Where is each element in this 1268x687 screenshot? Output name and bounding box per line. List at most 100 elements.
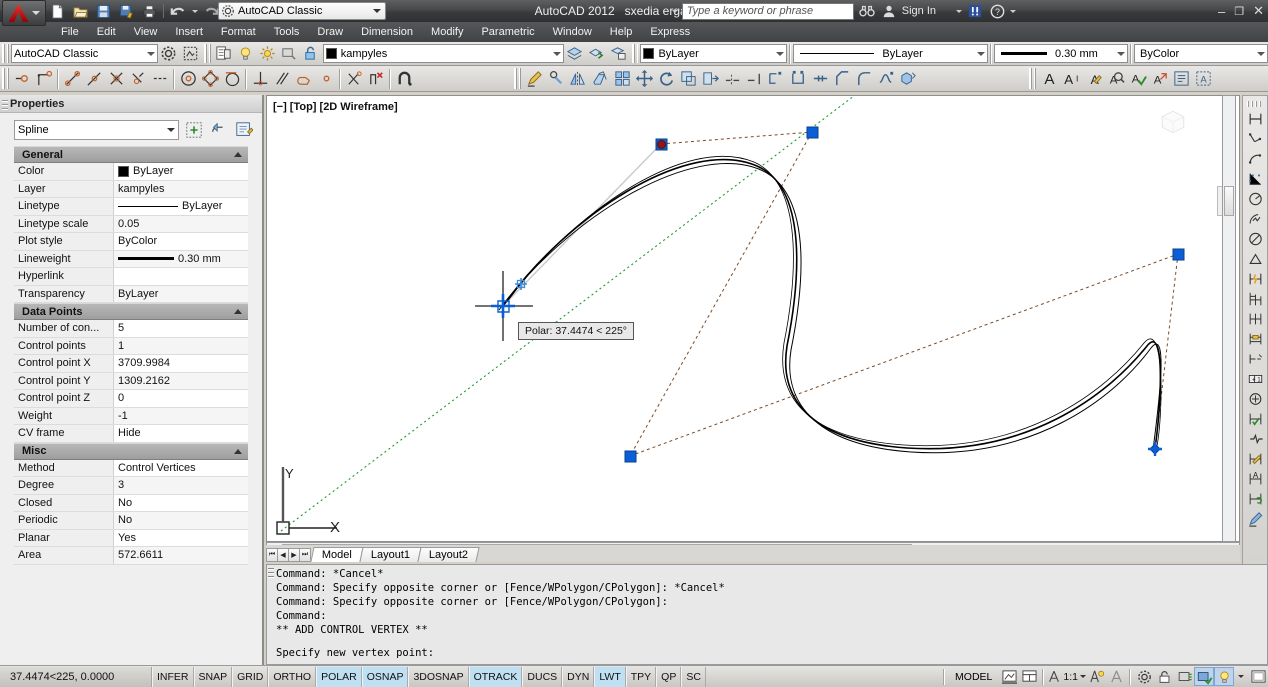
new-file-icon[interactable] (46, 1, 68, 21)
status-toggle-qp[interactable]: QP (656, 666, 682, 687)
toolbar-grip[interactable] (1029, 68, 1036, 89)
property-row[interactable]: Closed No (14, 494, 248, 512)
property-value[interactable]: 0.05 (114, 215, 248, 232)
linear-dimension-icon[interactable] (1244, 109, 1266, 129)
rotate-icon[interactable] (655, 68, 677, 90)
color-combo[interactable]: ByLayer (640, 44, 788, 63)
property-value[interactable]: 1 (114, 337, 248, 354)
jogged-linear-icon[interactable] (1244, 429, 1266, 449)
toolbar-grip[interactable] (514, 68, 521, 89)
quadrant-snap-icon[interactable] (199, 68, 221, 90)
property-row[interactable]: Planar Yes (14, 529, 248, 547)
plotstyle-combo[interactable]: ByColor (1134, 44, 1268, 63)
isolate-objects-icon[interactable] (1194, 667, 1214, 686)
property-value[interactable]: 5 (114, 320, 248, 337)
layer-freeze-sun-icon[interactable] (256, 43, 278, 65)
status-toggle-infer[interactable]: INFER (152, 666, 194, 687)
layout-tab-model[interactable]: Model (310, 547, 364, 562)
sign-in-chevron-icon[interactable] (956, 9, 962, 13)
property-value[interactable]: -1 (114, 407, 248, 424)
layout-nav-button-3[interactable]: ⏭ (299, 547, 311, 562)
autoscale-icon[interactable] (1106, 667, 1126, 686)
status-toggle-polar[interactable]: POLAR (316, 666, 362, 687)
property-value[interactable]: 1309.2162 (114, 372, 248, 389)
chevron-up-icon[interactable] (234, 152, 242, 157)
undo-dropdown-icon[interactable] (190, 1, 200, 21)
toggle-pickadd-icon[interactable] (183, 119, 204, 140)
status-toggle-snap[interactable]: SNAP (193, 666, 233, 687)
layout-tab-layout2[interactable]: Layout2 (417, 547, 480, 562)
break-at-point-icon[interactable] (765, 68, 787, 90)
aligned-dimension-icon[interactable] (1244, 129, 1266, 149)
property-value[interactable]: Control Vertices (114, 459, 248, 476)
draw-pencil-icon[interactable] (523, 68, 545, 90)
properties-section-data-points[interactable]: Data Points (14, 303, 248, 320)
property-row[interactable]: Control point Y 1309.2162 (14, 372, 248, 390)
annotative-text-icon[interactable]: AI (1060, 68, 1082, 90)
chevron-down-icon[interactable] (1117, 51, 1126, 56)
property-value[interactable]: ByColor (114, 233, 248, 250)
palette-grip[interactable] (2, 98, 8, 110)
status-toggle-otrack[interactable]: OTRACK (468, 666, 523, 687)
nearest-snap-icon[interactable] (343, 68, 365, 90)
workspace-switcher-combo[interactable]: AutoCAD Classic (218, 2, 386, 20)
insert-snap-icon[interactable] (293, 68, 315, 90)
baseline-dimension-icon[interactable] (1244, 289, 1266, 309)
toolbar-grip[interactable] (2, 68, 9, 89)
toolbar-grip[interactable] (2, 44, 9, 63)
extension-snap-icon[interactable] (149, 68, 171, 90)
explode-icon[interactable] (897, 68, 919, 90)
restore-button[interactable]: ❐ (1234, 5, 1244, 18)
vertical-scroll-thumb[interactable] (1224, 186, 1234, 216)
binoculars-search-icon[interactable] (858, 2, 876, 20)
dimension-space-icon[interactable] (1244, 329, 1266, 349)
justify-text-icon[interactable] (1170, 68, 1192, 90)
quick-dimension-icon[interactable] (1244, 269, 1266, 289)
angular-dimension-icon[interactable] (1244, 249, 1266, 269)
construction-line-icon[interactable] (33, 68, 55, 90)
model-paper-space-button[interactable]: MODEL (948, 667, 999, 686)
alert-icon[interactable] (966, 2, 984, 20)
property-value[interactable]: ByLayer (114, 198, 248, 215)
workspace-settings-icon[interactable] (158, 43, 180, 65)
properties-section-misc[interactable]: Misc (14, 442, 248, 460)
chevron-down-icon[interactable] (1257, 51, 1266, 56)
property-row[interactable]: Method Control Vertices (14, 459, 248, 477)
fillet-icon[interactable] (853, 68, 875, 90)
move-icon[interactable] (633, 68, 655, 90)
property-row[interactable]: Number of con... 5 (14, 320, 248, 338)
property-row[interactable]: Plot style ByColor (14, 233, 248, 251)
chevron-down-icon[interactable] (552, 51, 561, 56)
extend-icon[interactable] (743, 68, 765, 90)
property-value[interactable]: 572.6611 (114, 547, 248, 564)
status-toggle-sc[interactable]: SC (681, 666, 706, 687)
close-button[interactable]: ✕ (1253, 3, 1264, 19)
layer-unlock-icon[interactable] (300, 43, 322, 65)
workspace-combo[interactable]: AutoCAD Classic (10, 44, 158, 63)
property-row[interactable]: Weight -1 (14, 407, 248, 425)
radius-dimension-icon[interactable] (1244, 189, 1266, 209)
menu-item-view[interactable]: View (125, 24, 167, 40)
erase-icon[interactable] (545, 68, 567, 90)
canvas-vertical-scrollbar[interactable] (1222, 95, 1236, 542)
menu-item-draw[interactable]: Draw (308, 24, 352, 40)
command-line-area[interactable]: Command: *Cancel* Command: Specify opposi… (266, 564, 1268, 665)
apparent-intersection-icon[interactable] (127, 68, 149, 90)
layer-on-bulb-icon[interactable] (234, 43, 256, 65)
chevron-down-icon[interactable] (167, 127, 175, 132)
ordinate-dimension-icon[interactable] (1244, 169, 1266, 189)
layer-combo[interactable]: kampyles (322, 44, 564, 63)
menu-item-express[interactable]: Express (641, 24, 699, 40)
plot-icon[interactable] (138, 1, 160, 21)
application-menu-button[interactable] (2, 0, 46, 26)
property-value[interactable]: 3 (114, 477, 248, 494)
property-row[interactable]: Control point X 3709.9984 (14, 355, 248, 373)
blend-curves-icon[interactable] (875, 68, 897, 90)
text-frame-icon[interactable]: A (1192, 68, 1214, 90)
property-row[interactable]: Periodic No (14, 512, 248, 530)
toolbar-grip[interactable] (203, 44, 211, 63)
property-row[interactable]: Area 572.6611 (14, 547, 248, 565)
property-value[interactable]: Hide (114, 425, 248, 442)
chevron-down-icon[interactable] (976, 51, 985, 56)
point-icon[interactable] (11, 68, 33, 90)
